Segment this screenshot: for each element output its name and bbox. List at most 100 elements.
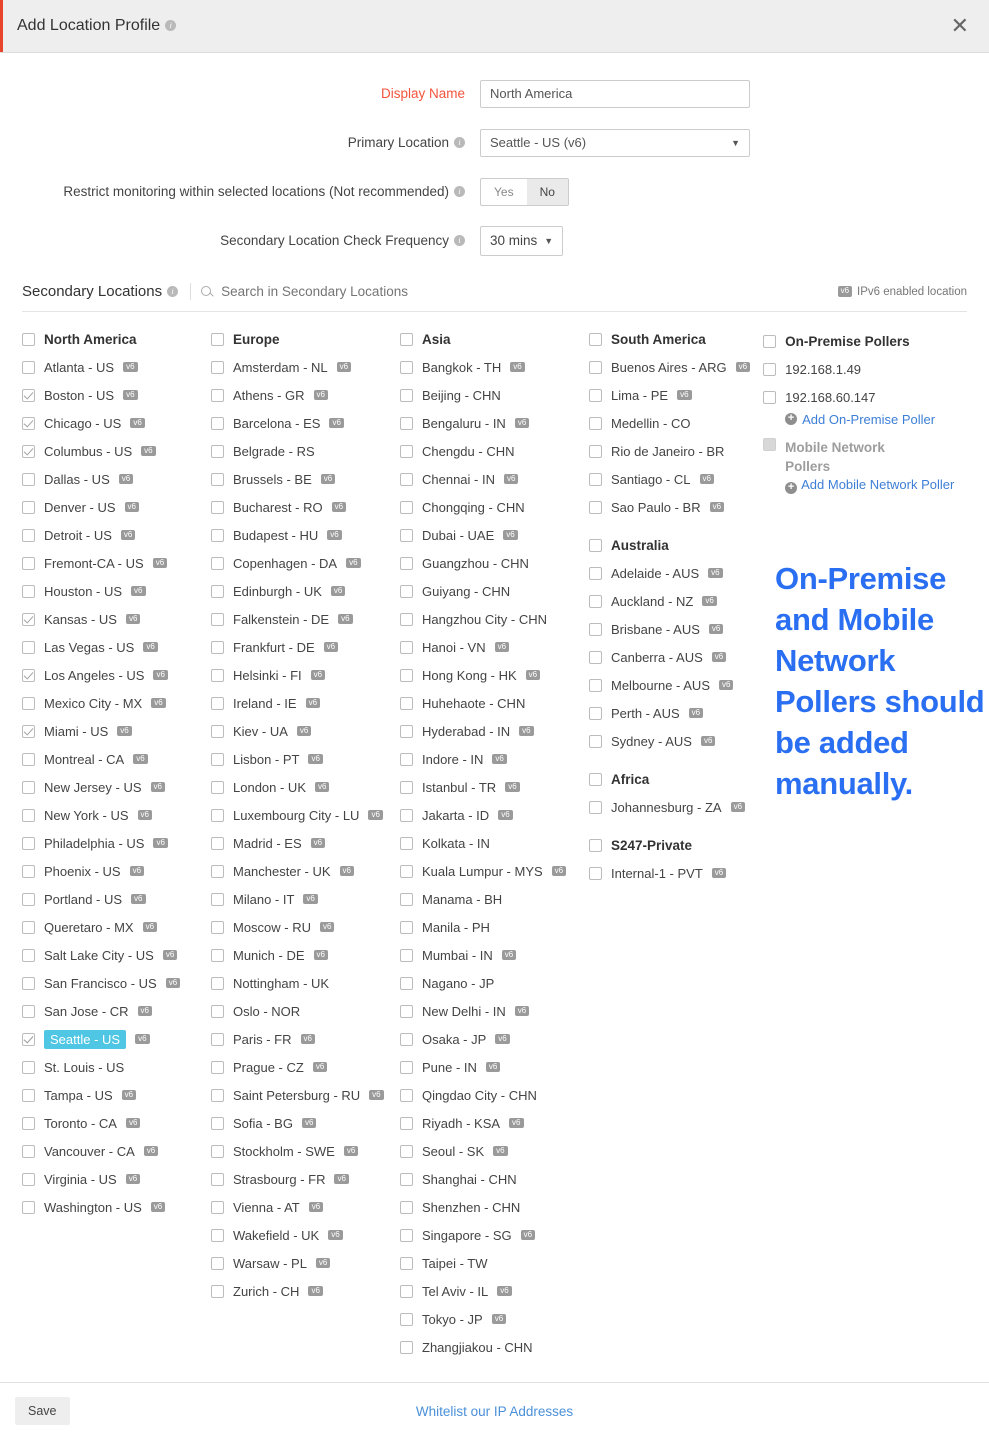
location-checkbox[interactable] [211, 864, 224, 878]
list-item[interactable]: Bucharest - RO v6 [211, 493, 400, 521]
location-checkbox[interactable] [211, 360, 224, 374]
location-checkbox[interactable] [22, 584, 35, 598]
display-name-input[interactable] [480, 79, 750, 108]
group-checkbox[interactable] [211, 332, 224, 346]
list-item[interactable]: Chennai - IN v6 [400, 465, 589, 493]
list-item[interactable]: Athens - GR v6 [211, 381, 400, 409]
location-checkbox[interactable] [22, 836, 35, 850]
location-checkbox[interactable] [400, 780, 413, 794]
list-item[interactable]: Luxembourg City - LU v6 [211, 801, 400, 829]
group-checkbox-on-premise-pollers[interactable] [763, 334, 777, 348]
list-item[interactable]: Oslo - NOR [211, 997, 400, 1025]
list-item[interactable]: Dubai - UAE v6 [400, 521, 589, 549]
location-checkbox[interactable] [211, 584, 224, 598]
list-item[interactable]: Manchester - UK v6 [211, 857, 400, 885]
list-item[interactable]: New York - US v6 [22, 801, 211, 829]
list-item[interactable]: Milano - IT v6 [211, 885, 400, 913]
location-checkbox[interactable] [211, 472, 224, 486]
list-item[interactable]: Fremont-CA - US v6 [22, 549, 211, 577]
list-item[interactable]: Boston - US v6 [22, 381, 211, 409]
list-item[interactable]: Hanoi - VN v6 [400, 633, 589, 661]
list-item[interactable]: Bengaluru - IN v6 [400, 409, 589, 437]
location-checkbox[interactable] [400, 724, 413, 738]
info-icon[interactable]: i [165, 20, 177, 31]
list-item[interactable]: Prague - CZ v6 [211, 1053, 400, 1081]
location-checkbox[interactable] [400, 920, 413, 934]
list-item[interactable]: Salt Lake City - US v6 [22, 941, 211, 969]
group-header[interactable]: S247-Private [589, 831, 753, 859]
list-item[interactable]: Medellin - CO [589, 409, 753, 437]
list-item[interactable]: Santiago - CL v6 [589, 465, 753, 493]
group-header[interactable]: Australia [589, 531, 753, 559]
list-item[interactable]: Guangzhou - CHN [400, 549, 589, 577]
location-checkbox[interactable] [22, 780, 35, 794]
close-icon[interactable]: ✕ [951, 15, 969, 37]
list-item[interactable]: Ireland - IE v6 [211, 689, 400, 717]
group-checkbox[interactable] [589, 332, 602, 346]
group-header[interactable]: North America [22, 325, 211, 353]
location-checkbox[interactable] [400, 1032, 413, 1046]
list-item[interactable]: Pune - IN v6 [400, 1053, 589, 1081]
location-checkbox[interactable] [400, 640, 413, 654]
location-checkbox[interactable] [400, 752, 413, 766]
list-item[interactable]: Frankfurt - DE v6 [211, 633, 400, 661]
location-checkbox[interactable] [400, 1088, 413, 1102]
list-item[interactable]: Zurich - CH v6 [211, 1277, 400, 1305]
list-item[interactable]: Philadelphia - US v6 [22, 829, 211, 857]
list-item[interactable]: Amsterdam - NL v6 [211, 353, 400, 381]
list-item[interactable]: Lima - PE v6 [589, 381, 753, 409]
location-checkbox[interactable] [400, 1144, 413, 1158]
location-checkbox[interactable] [400, 612, 413, 626]
location-checkbox[interactable] [211, 444, 224, 458]
group-header[interactable]: Europe [211, 325, 400, 353]
list-item[interactable]: Dallas - US v6 [22, 465, 211, 493]
list-item[interactable]: Melbourne - AUS v6 [589, 671, 753, 699]
location-checkbox[interactable] [400, 528, 413, 542]
list-item[interactable]: Singapore - SG v6 [400, 1221, 589, 1249]
location-checkbox[interactable] [211, 1284, 224, 1298]
list-item[interactable]: Hangzhou City - CHN [400, 605, 589, 633]
list-item[interactable]: Budapest - HU v6 [211, 521, 400, 549]
list-item[interactable]: Miami - US v6 [22, 717, 211, 745]
location-checkbox[interactable] [211, 920, 224, 934]
list-item[interactable]: Brisbane - AUS v6 [589, 615, 753, 643]
location-checkbox[interactable] [589, 800, 602, 814]
list-item[interactable]: New Jersey - US v6 [22, 773, 211, 801]
list-item[interactable]: Barcelona - ES v6 [211, 409, 400, 437]
list-item[interactable]: 192.168.60.147 [763, 383, 967, 411]
list-item[interactable]: Kiev - UA v6 [211, 717, 400, 745]
list-item[interactable]: Kuala Lumpur - MYS v6 [400, 857, 589, 885]
location-checkbox[interactable] [22, 1200, 35, 1214]
list-item[interactable]: Sao Paulo - BR v6 [589, 493, 753, 521]
group-header[interactable]: Asia [400, 325, 589, 353]
location-checkbox[interactable] [22, 1172, 35, 1186]
list-item[interactable]: Lisbon - PT v6 [211, 745, 400, 773]
location-checkbox[interactable] [211, 612, 224, 626]
location-checkbox[interactable] [211, 808, 224, 822]
list-item[interactable]: Detroit - US v6 [22, 521, 211, 549]
info-icon[interactable]: i [454, 235, 465, 246]
list-item[interactable]: Sofia - BG v6 [211, 1109, 400, 1137]
location-checkbox[interactable] [400, 976, 413, 990]
location-checkbox[interactable] [589, 678, 602, 692]
location-checkbox[interactable] [400, 444, 413, 458]
location-checkbox[interactable] [211, 892, 224, 906]
location-checkbox[interactable] [211, 1116, 224, 1130]
list-item[interactable]: Jakarta - ID v6 [400, 801, 589, 829]
list-item[interactable]: Manila - PH [400, 913, 589, 941]
list-item[interactable]: Copenhagen - DA v6 [211, 549, 400, 577]
list-item[interactable]: Belgrade - RS [211, 437, 400, 465]
location-checkbox[interactable] [211, 724, 224, 738]
location-checkbox[interactable] [22, 1088, 35, 1102]
location-checkbox[interactable] [22, 528, 35, 542]
list-item[interactable]: Virginia - US v6 [22, 1165, 211, 1193]
location-checkbox[interactable] [589, 566, 602, 580]
list-item[interactable]: Bangkok - TH v6 [400, 353, 589, 381]
location-checkbox[interactable] [211, 1004, 224, 1018]
list-item[interactable]: Adelaide - AUS v6 [589, 559, 753, 587]
search-input[interactable] [219, 283, 470, 300]
list-item[interactable]: Montreal - CA v6 [22, 745, 211, 773]
location-checkbox[interactable] [400, 388, 413, 402]
location-checkbox[interactable] [400, 892, 413, 906]
list-item[interactable]: Atlanta - US v6 [22, 353, 211, 381]
